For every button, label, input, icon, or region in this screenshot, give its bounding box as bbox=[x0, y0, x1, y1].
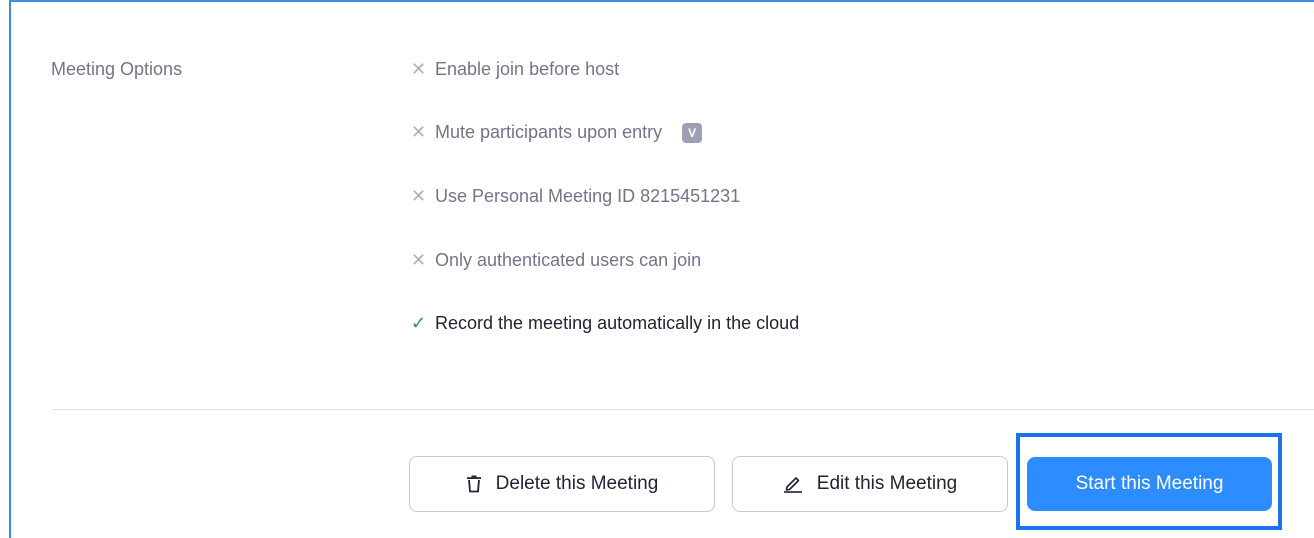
option-personal-meeting-id: ✕ Use Personal Meeting ID 8215451231 bbox=[411, 186, 740, 207]
option-label: Record the meeting automatically in the … bbox=[435, 313, 800, 333]
x-icon: ✕ bbox=[411, 59, 427, 79]
trash-icon bbox=[466, 475, 482, 493]
x-icon: ✕ bbox=[411, 250, 427, 270]
option-label: Enable join before host bbox=[435, 59, 620, 79]
delete-meeting-button[interactable]: Delete this Meeting bbox=[409, 456, 715, 512]
pencil-icon bbox=[783, 475, 803, 493]
start-meeting-label: Start this Meeting bbox=[1075, 473, 1224, 494]
divider bbox=[51, 409, 1314, 410]
info-badge-icon[interactable]: V bbox=[682, 122, 703, 143]
option-mute-on-entry: ✕ Mute participants upon entry V bbox=[411, 122, 703, 143]
check-icon: ✓ bbox=[411, 313, 427, 333]
edit-meeting-label: Edit this Meeting bbox=[816, 473, 958, 494]
delete-meeting-label: Delete this Meeting bbox=[495, 473, 659, 494]
meeting-options-label: Meeting Options bbox=[51, 59, 183, 79]
option-label: Mute participants upon entry bbox=[435, 122, 663, 142]
option-authenticated-users: ✕ Only authenticated users can join bbox=[411, 250, 701, 271]
x-icon: ✕ bbox=[411, 122, 427, 142]
option-label: Only authenticated users can join bbox=[435, 250, 702, 270]
start-meeting-button[interactable]: Start this Meeting bbox=[1027, 457, 1272, 511]
option-cloud-recording: ✓ Record the meeting automatically in th… bbox=[411, 313, 799, 334]
edit-meeting-button[interactable]: Edit this Meeting bbox=[732, 456, 1008, 512]
x-icon: ✕ bbox=[411, 186, 427, 206]
option-label: Use Personal Meeting ID 8215451231 bbox=[435, 186, 741, 206]
option-join-before-host: ✕ Enable join before host bbox=[411, 59, 619, 80]
